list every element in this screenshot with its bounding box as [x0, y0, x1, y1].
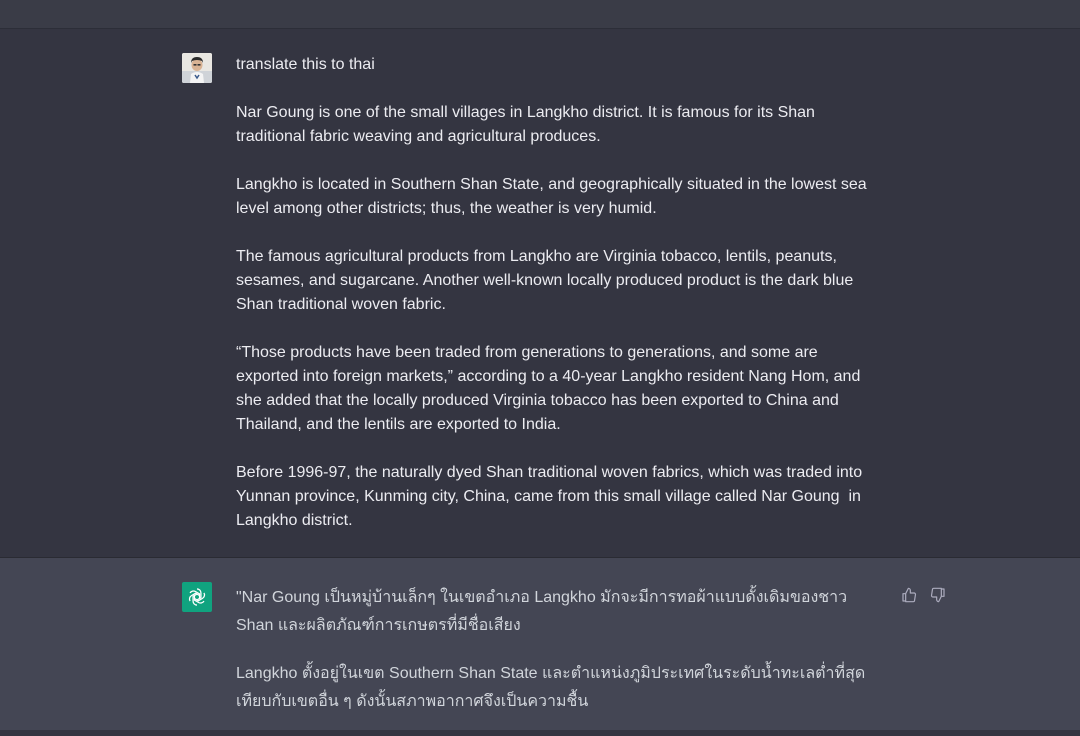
user-paragraph: Before 1996-97, the naturally dyed Shan …: [236, 464, 867, 529]
user-paragraph: The famous agricultural products from La…: [236, 248, 858, 313]
user-paragraph: translate this to thai: [236, 56, 375, 73]
user-avatar: [182, 53, 212, 83]
feedback-buttons: [900, 586, 946, 603]
thumbs-down-icon: [930, 587, 945, 602]
user-paragraph: Langkho is located in Southern Shan Stat…: [236, 176, 872, 217]
thumbs-up-icon: [901, 587, 916, 602]
user-paragraph: “Those products have been traded from ge…: [236, 344, 865, 433]
user-avatar-photo: [182, 53, 212, 83]
assistant-avatar: [182, 582, 212, 612]
thumbs-up-button[interactable]: [900, 586, 917, 603]
assistant-paragraph: "Nar Goung เป็นหมู่บ้านเล็กๆ ในเขตอำเภอ …: [236, 589, 852, 634]
user-message-row: translate this to thai Nar Goung is one …: [0, 29, 1080, 558]
assistant-paragraph: Langkho ตั้งอยู่ในเขต Southern Shan Stat…: [236, 665, 866, 710]
openai-logo-icon: [188, 588, 206, 606]
assistant-message-text: "Nar Goung เป็นหมู่บ้านเล็กๆ ในเขตอำเภอ …: [236, 584, 884, 736]
user-message-text: translate this to thai Nar Goung is one …: [236, 53, 884, 557]
user-paragraph: Nar Goung is one of the small villages i…: [236, 104, 820, 145]
thumbs-down-button[interactable]: [929, 586, 946, 603]
top-bar: [0, 0, 1080, 29]
assistant-message-row: "Nar Goung เป็นหมู่บ้านเล็กๆ ในเขตอำเภอ …: [0, 558, 1080, 730]
